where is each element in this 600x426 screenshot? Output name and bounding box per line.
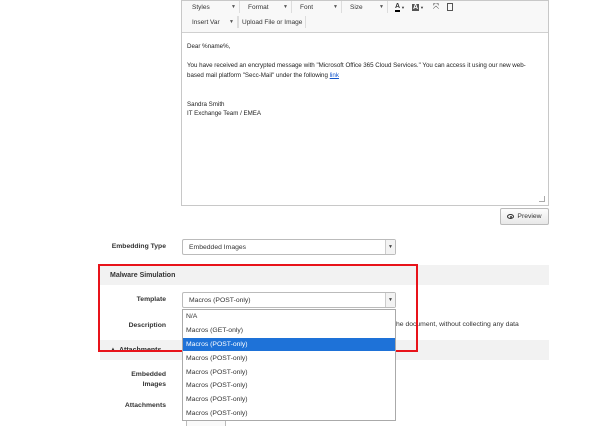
embedding-type-value: Embedded Images xyxy=(189,243,247,251)
dropdown-option[interactable]: Macros (POST-only) xyxy=(183,351,395,365)
font-label: Font xyxy=(300,3,314,11)
signature-team: IT Exchange Team / EMEA xyxy=(187,110,262,118)
message-line-2: based mail platform "Secc-Mail" under th… xyxy=(187,71,543,81)
maximize-button[interactable]: ⤧ xyxy=(431,1,441,13)
chevron-down-icon: ▼ xyxy=(379,4,384,10)
template-dropdown-list[interactable]: N/A Macros (GET-only) Macros (POST-only) Ma… xyxy=(182,309,396,421)
dropdown-option[interactable]: Macros (POST-only) xyxy=(183,337,395,352)
greeting-text: Dear %name%, xyxy=(187,43,231,50)
message-line-2-text: based mail platform "Secc-Mail" under th… xyxy=(187,71,330,79)
dropdown-option[interactable]: N/A xyxy=(183,310,395,324)
format-dropdown[interactable]: Format ▼ xyxy=(240,1,292,13)
resize-handle[interactable] xyxy=(539,196,545,202)
upload-file-button[interactable]: Upload File or Image xyxy=(238,16,307,28)
preview-button[interactable]: Preview xyxy=(500,208,549,225)
message-link[interactable]: link xyxy=(330,72,339,79)
chevron-down-icon: ▼ xyxy=(231,4,236,10)
preview-label: Preview xyxy=(517,213,542,220)
dropdown-option[interactable]: Macros (POST-only) xyxy=(183,393,395,407)
chevron-down-icon: ▼ xyxy=(229,19,234,25)
dropdown-option[interactable]: Macros (POST-only) xyxy=(183,365,395,379)
dropdown-option[interactable]: Macros (GET-only) xyxy=(183,324,395,338)
dropdown-option[interactable]: Macros (POST-only) xyxy=(183,407,395,421)
styles-dropdown[interactable]: Styles ▼ xyxy=(184,1,240,13)
maximize-icon: ⤧ xyxy=(432,2,440,11)
font-dropdown[interactable]: Font ▼ xyxy=(292,1,342,13)
chevron-down-icon: ▼ xyxy=(283,4,288,10)
insert-var-dropdown[interactable]: Insert Var ▼ xyxy=(184,16,238,28)
message-line-1: You have received an encrypted message w… xyxy=(187,62,526,70)
email-editor[interactable]: Styles ▼ Format ▼ Font ▼ Size ▼ A ▼ A ▼ ⤧ Inse… xyxy=(181,0,549,206)
chevron-down-icon: ▼ xyxy=(385,240,395,254)
text-color-icon: A xyxy=(394,2,401,12)
signature-name: Sandra Smith xyxy=(187,100,225,108)
embedded-images-label: Embedded Images xyxy=(100,370,166,390)
insert-var-label: Insert Var xyxy=(192,18,220,26)
embedding-type-select[interactable]: Embedded Images ▼ xyxy=(182,239,396,255)
embedding-type-label: Embedding Type xyxy=(111,243,166,250)
chevron-down-icon: ▼ xyxy=(333,4,338,10)
styles-label: Styles xyxy=(192,3,210,11)
source-button[interactable] xyxy=(445,1,455,13)
dropdown-option[interactable]: Macros (POST-only) xyxy=(183,379,395,393)
text-color-button[interactable]: A ▼ xyxy=(393,1,407,13)
attachments-label: Attachments xyxy=(124,402,166,409)
editor-toolbar: Styles ▼ Format ▼ Font ▼ Size ▼ A ▼ A ▼ ⤧ Inse… xyxy=(182,1,548,33)
size-dropdown[interactable]: Size ▼ xyxy=(342,1,388,13)
size-label: Size xyxy=(350,3,363,11)
editor-content[interactable]: Dear %name%, You have received an encryp… xyxy=(182,33,548,119)
embedded-images-label-line2: Images xyxy=(142,381,166,388)
background-color-icon: A xyxy=(411,3,420,11)
document-icon xyxy=(447,3,453,11)
background-color-button[interactable]: A ▼ xyxy=(411,1,425,13)
embedded-images-label-line1: Embedded xyxy=(131,371,166,378)
format-label: Format xyxy=(248,3,269,11)
eye-icon xyxy=(507,214,515,219)
